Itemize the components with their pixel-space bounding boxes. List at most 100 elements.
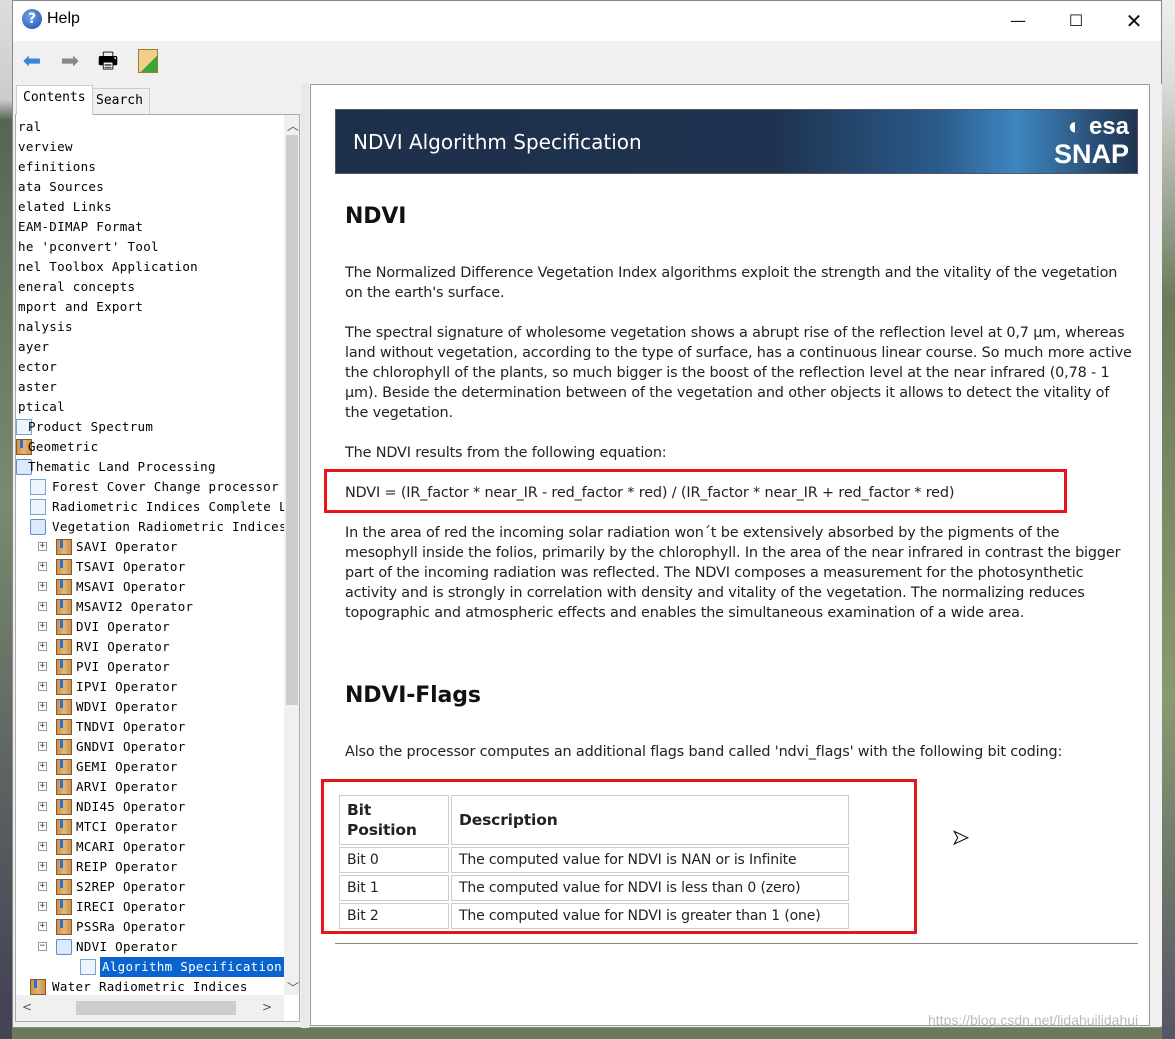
tree-item[interactable]: + PVI Operator	[16, 657, 284, 677]
page-setup-button[interactable]	[135, 49, 161, 75]
tree-item[interactable]: + PSSRa Operator	[16, 917, 284, 937]
tree-item[interactable]: + IRECI Operator	[16, 897, 284, 917]
tree-item[interactable]: + IPVI Operator	[16, 677, 284, 697]
tree-item[interactable]: + GNDVI Operator	[16, 737, 284, 757]
tree-item[interactable]: Algorithm Specification	[16, 957, 284, 977]
tree-item[interactable]: + TSAVI Operator	[16, 557, 284, 577]
tree-item[interactable]: + ARVI Operator	[16, 777, 284, 797]
book-icon	[56, 659, 72, 675]
expand-icon[interactable]: +	[38, 842, 47, 851]
tree-item[interactable]: Thematic Land Processing	[16, 457, 284, 477]
book-icon	[56, 839, 72, 855]
tree-horizontal-scrollbar[interactable]: < >	[16, 995, 284, 1021]
tree-item-label: PVI Operator	[76, 659, 170, 674]
tab-search[interactable]: Search	[89, 88, 150, 114]
tree-item[interactable]: + MCARI Operator	[16, 837, 284, 857]
expand-icon[interactable]: +	[38, 662, 47, 671]
tree-item[interactable]: + DVI Operator	[16, 617, 284, 637]
tree-item-label: ayer	[18, 339, 50, 354]
tree-item[interactable]: + WDVI Operator	[16, 697, 284, 717]
tree-item[interactable]: verview	[16, 137, 284, 157]
close-button[interactable]: ✕	[1105, 1, 1163, 41]
expand-icon[interactable]: +	[38, 622, 47, 631]
tree-item[interactable]: ptical	[16, 397, 284, 417]
tree-item[interactable]: ral	[16, 117, 284, 137]
open-book-icon	[30, 519, 46, 535]
tree-item-label: NDVI Operator	[76, 939, 178, 954]
tree-item[interactable]: eneral concepts	[16, 277, 284, 297]
tree-item[interactable]: + MSAVI2 Operator	[16, 597, 284, 617]
expand-icon[interactable]: +	[38, 602, 47, 611]
minimize-button[interactable]: —	[989, 1, 1047, 41]
print-button[interactable]: 🖶	[95, 49, 121, 75]
tree-item-label: Algorithm Specification	[100, 957, 284, 977]
maximize-button[interactable]: ☐	[1047, 1, 1105, 41]
heading-ndvi-flags: NDVI-Flags	[345, 683, 481, 708]
expand-icon[interactable]: +	[38, 722, 47, 731]
expand-icon[interactable]: +	[38, 922, 47, 931]
back-button[interactable]: ⬅	[19, 49, 45, 75]
tree-item[interactable]: elated Links	[16, 197, 284, 217]
expand-icon[interactable]: +	[38, 762, 47, 771]
expand-icon[interactable]: +	[38, 742, 47, 751]
tree-item[interactable]: Geometric	[16, 437, 284, 457]
tree-item-label: GNDVI Operator	[76, 739, 186, 754]
expand-icon[interactable]: +	[38, 642, 47, 651]
book-icon	[56, 619, 72, 635]
tree-item-label: SAVI Operator	[76, 539, 178, 554]
tree-item[interactable]: −Vegetation Radiometric Indices	[16, 517, 284, 537]
tree-item[interactable]: + REIP Operator	[16, 857, 284, 877]
paragraph-explanation: In the area of red the incoming solar ra…	[345, 525, 1121, 621]
tree-item[interactable]: + SAVI Operator	[16, 537, 284, 557]
expand-icon[interactable]: +	[38, 682, 47, 691]
tree-item[interactable]: ata Sources	[16, 177, 284, 197]
tree-item[interactable]: aster	[16, 377, 284, 397]
tree-item-label: GEMI Operator	[76, 759, 178, 774]
collapse-icon[interactable]: −	[38, 942, 47, 951]
expand-icon[interactable]: +	[38, 702, 47, 711]
tree-item[interactable]: ayer	[16, 337, 284, 357]
chevron-up-icon[interactable]: ︿	[287, 117, 299, 134]
expand-icon[interactable]: +	[38, 882, 47, 891]
banner-title: NDVI Algorithm Specification	[353, 130, 642, 154]
tree-item[interactable]: + RVI Operator	[16, 637, 284, 657]
tree-item[interactable]: +Water Radiometric Indices	[16, 977, 284, 995]
expand-icon[interactable]: +	[38, 582, 47, 591]
tree-item-label: DVI Operator	[76, 619, 170, 634]
tree-item[interactable]: he 'pconvert' Tool	[16, 237, 284, 257]
tree-item[interactable]: + S2REP Operator	[16, 877, 284, 897]
tree-item[interactable]: + GEMI Operator	[16, 757, 284, 777]
expand-icon[interactable]: +	[38, 542, 47, 551]
tree-item[interactable]: EAM-DIMAP Format	[16, 217, 284, 237]
tab-contents[interactable]: Contents	[16, 85, 93, 115]
tree-item[interactable]: mport and Export	[16, 297, 284, 317]
chevron-right-icon[interactable]: >	[262, 1000, 272, 1014]
tree-item[interactable]: + NDI45 Operator	[16, 797, 284, 817]
forward-button[interactable]: ➡	[57, 49, 83, 75]
expand-icon[interactable]: +	[38, 562, 47, 571]
tree-item[interactable]: efinitions	[16, 157, 284, 177]
expand-icon[interactable]: +	[38, 822, 47, 831]
chevron-down-icon[interactable]: ﹀	[287, 979, 299, 996]
tree-item[interactable]: − NDVI Operator	[16, 937, 284, 957]
open-book-icon	[56, 939, 72, 955]
content-scrollbar[interactable]	[1150, 84, 1162, 1026]
scroll-thumb[interactable]	[286, 135, 298, 705]
tree-item[interactable]: nalysis	[16, 317, 284, 337]
expand-icon[interactable]: +	[38, 862, 47, 871]
pane-splitter[interactable]	[301, 83, 309, 1028]
tree-item[interactable]: + MTCI Operator	[16, 817, 284, 837]
chevron-left-icon[interactable]: <	[22, 1000, 32, 1014]
tree-item[interactable]: + MSAVI Operator	[16, 577, 284, 597]
tree-item[interactable]: nel Toolbox Application	[16, 257, 284, 277]
expand-icon[interactable]: +	[38, 782, 47, 791]
tree-item[interactable]: Radiometric Indices Complete L	[16, 497, 284, 517]
tree-item[interactable]: ector	[16, 357, 284, 377]
tree-item[interactable]: Forest Cover Change processor	[16, 477, 284, 497]
tree-item[interactable]: Product Spectrum	[16, 417, 284, 437]
tree-vertical-scrollbar[interactable]: ︿ ﹀	[284, 115, 299, 996]
tree-item[interactable]: + TNDVI Operator	[16, 717, 284, 737]
scroll-thumb[interactable]	[76, 1001, 236, 1015]
expand-icon[interactable]: +	[38, 902, 47, 911]
expand-icon[interactable]: +	[38, 802, 47, 811]
